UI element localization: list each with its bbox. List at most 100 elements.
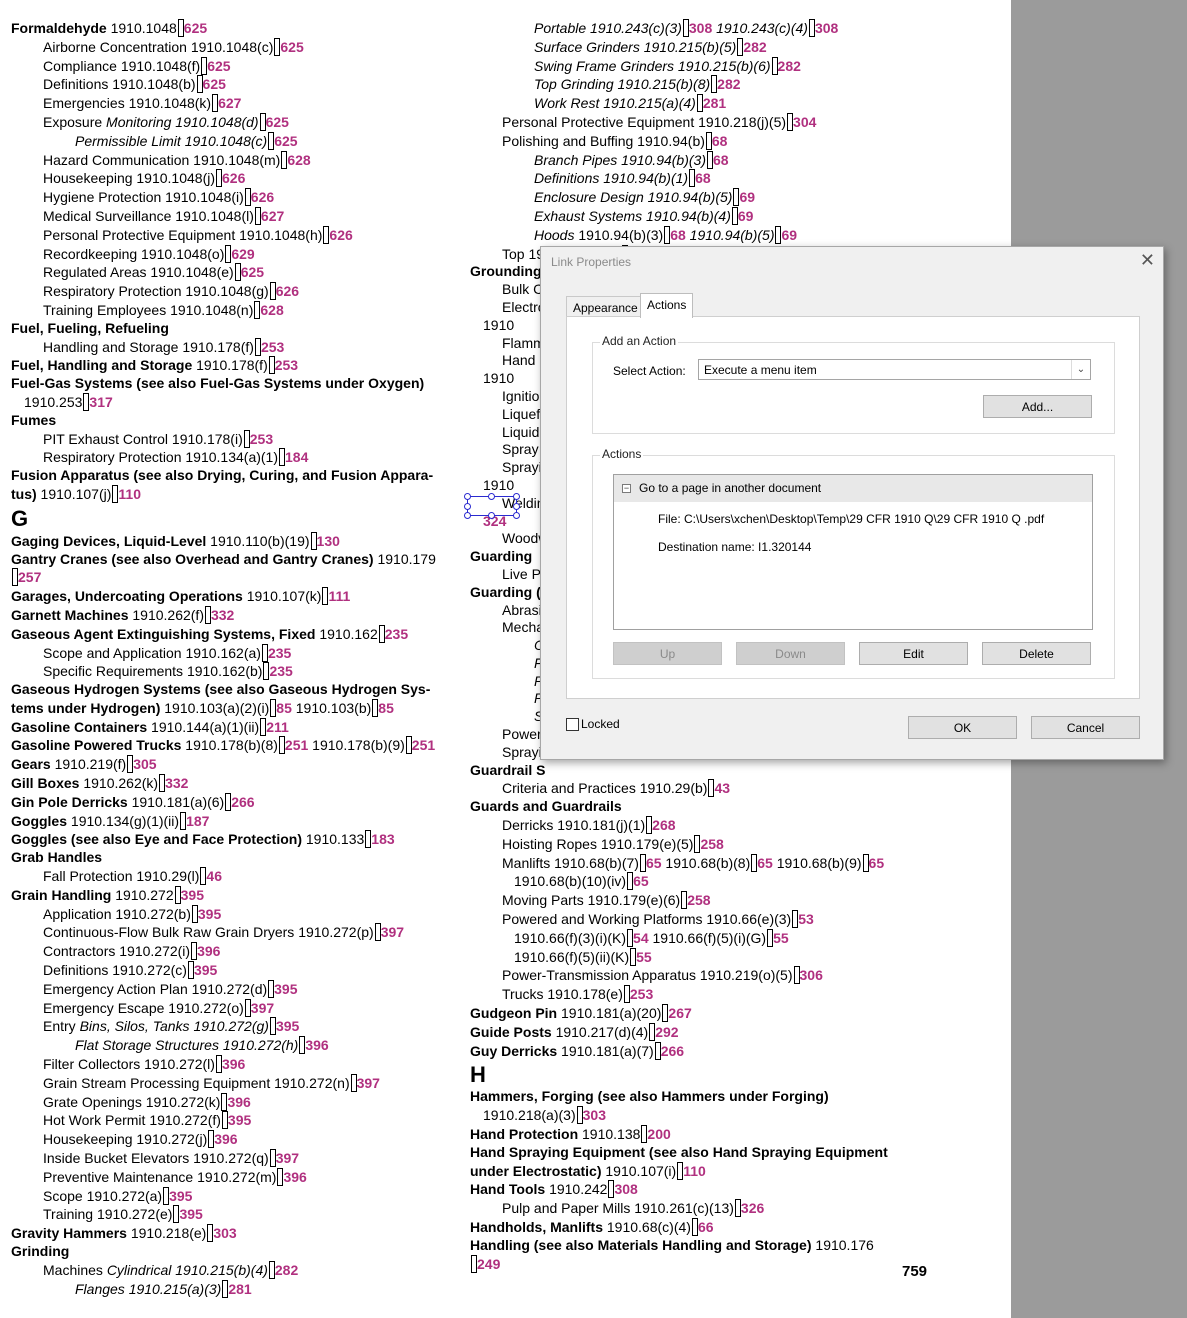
page-link[interactable]: 326 (741, 1200, 764, 1216)
page-link[interactable]: 626 (329, 227, 352, 243)
locked-checkbox[interactable] (566, 718, 579, 731)
page-link[interactable]: 65 (869, 855, 885, 871)
page-link[interactable]: 110 (683, 1163, 706, 1179)
page-link[interactable]: 46 (206, 868, 222, 884)
page-link[interactable]: 211 (266, 719, 289, 735)
page-link[interactable]: 253 (630, 986, 653, 1002)
page-link[interactable]: 130 (317, 533, 340, 549)
selected-link-rectangle[interactable] (464, 493, 520, 519)
page-link[interactable]: 253 (275, 357, 298, 373)
page-link[interactable]: 626 (222, 170, 245, 186)
page-link[interactable]: 395 (181, 887, 204, 903)
page-link[interactable]: 54 (633, 930, 649, 946)
page-link[interactable]: 625 (184, 20, 207, 36)
page-link[interactable]: 396 (214, 1131, 237, 1147)
page-link[interactable]: 281 (703, 95, 726, 111)
page-link[interactable]: 251 (285, 737, 308, 753)
page-link[interactable]: 396 (305, 1037, 328, 1053)
page-link[interactable]: 629 (231, 246, 254, 262)
page-link[interactable]: 68 (712, 133, 728, 149)
page-link[interactable]: 397 (357, 1075, 380, 1091)
page-link[interactable]: 69 (739, 189, 755, 205)
resize-handle[interactable] (513, 503, 520, 510)
page-link[interactable]: 396 (283, 1169, 306, 1185)
page-link[interactable]: 627 (218, 95, 241, 111)
chevron-down-icon[interactable]: ⌄ (1071, 360, 1090, 379)
cancel-button[interactable]: Cancel (1031, 716, 1140, 739)
page-link[interactable]: 625 (280, 39, 303, 55)
page-link[interactable]: 625 (274, 133, 297, 149)
page-link[interactable]: 282 (743, 39, 766, 55)
ok-button[interactable]: OK (908, 716, 1017, 739)
page-link[interactable]: 395 (194, 962, 217, 978)
page-link[interactable]: 627 (261, 208, 284, 224)
page-link[interactable]: 282 (275, 1262, 298, 1278)
page-link[interactable]: 317 (89, 394, 112, 410)
tree-item-goto[interactable]: − Go to a page in another document (614, 475, 1092, 502)
resize-handle[interactable] (488, 493, 495, 500)
actions-tree[interactable]: − Go to a page in another document File:… (613, 474, 1093, 630)
page-link[interactable]: 303 (583, 1107, 606, 1123)
page-link[interactable]: 396 (227, 1094, 250, 1110)
page-link[interactable]: 303 (213, 1225, 236, 1241)
page-link[interactable]: 625 (207, 58, 230, 74)
page-link[interactable]: 308 (614, 1181, 637, 1197)
page-link[interactable]: 282 (717, 76, 740, 92)
page-link[interactable]: 68 (713, 152, 729, 168)
page-link[interactable]: 187 (186, 813, 209, 829)
page-link[interactable]: 183 (371, 831, 394, 847)
add-button[interactable]: Add... (983, 395, 1092, 418)
page-link[interactable]: 251 (412, 737, 435, 753)
resize-handle[interactable] (513, 493, 520, 500)
page-link[interactable]: 68 (695, 170, 711, 186)
page-link[interactable]: 397 (381, 924, 404, 940)
page-link[interactable]: 55 (773, 930, 789, 946)
page-link[interactable]: 249 (477, 1256, 500, 1272)
page-link[interactable]: 69 (781, 227, 797, 243)
page-link[interactable]: 111 (328, 588, 350, 604)
page-link[interactable]: 65 (646, 855, 662, 871)
resize-handle[interactable] (464, 493, 471, 500)
page-link[interactable]: 308 (815, 20, 838, 36)
resize-handle[interactable] (464, 503, 471, 510)
page-link[interactable]: 397 (276, 1150, 299, 1166)
page-link[interactable]: 396 (222, 1056, 245, 1072)
page-link[interactable]: 267 (668, 1005, 691, 1021)
tab-actions[interactable]: Actions (640, 293, 694, 318)
page-link[interactable]: 625 (266, 114, 289, 130)
collapse-icon[interactable]: − (622, 484, 631, 493)
page-link[interactable]: 304 (793, 114, 816, 130)
page-link[interactable]: 395 (276, 1018, 299, 1034)
page-link[interactable]: 258 (687, 892, 710, 908)
page-link[interactable]: 200 (647, 1126, 670, 1142)
page-link[interactable]: 235 (385, 626, 408, 642)
page-link[interactable]: 253 (261, 339, 284, 355)
page-link[interactable]: 110 (118, 486, 141, 502)
page-link[interactable]: 69 (738, 208, 754, 224)
page-link[interactable]: 257 (18, 569, 41, 585)
page-link[interactable]: 626 (276, 283, 299, 299)
page-link[interactable]: 235 (268, 645, 291, 661)
down-button[interactable]: Down (736, 642, 845, 665)
page-link[interactable]: 266 (661, 1043, 684, 1059)
page-link[interactable]: 282 (778, 58, 801, 74)
page-link[interactable]: 281 (228, 1281, 251, 1297)
page-link[interactable]: 395 (169, 1188, 192, 1204)
page-link[interactable]: 626 (251, 189, 274, 205)
page-link[interactable]: 395 (228, 1112, 251, 1128)
resize-handle[interactable] (488, 512, 495, 519)
edit-button[interactable]: Edit (859, 642, 968, 665)
page-link[interactable]: 625 (203, 76, 226, 92)
page-link[interactable]: 395 (274, 981, 297, 997)
page-link[interactable]: 266 (231, 794, 254, 810)
page-link[interactable]: 306 (800, 967, 823, 983)
page-link[interactable]: 184 (285, 449, 308, 465)
page-link[interactable]: 268 (652, 817, 675, 833)
page-link[interactable]: 66 (698, 1219, 714, 1235)
resize-handle[interactable] (513, 512, 520, 519)
page-link[interactable]: 396 (197, 943, 220, 959)
close-icon[interactable]: ✕ (1140, 250, 1155, 271)
delete-button[interactable]: Delete (982, 642, 1091, 665)
page-link[interactable]: 395 (179, 1206, 202, 1222)
page-link[interactable]: 253 (250, 431, 273, 447)
